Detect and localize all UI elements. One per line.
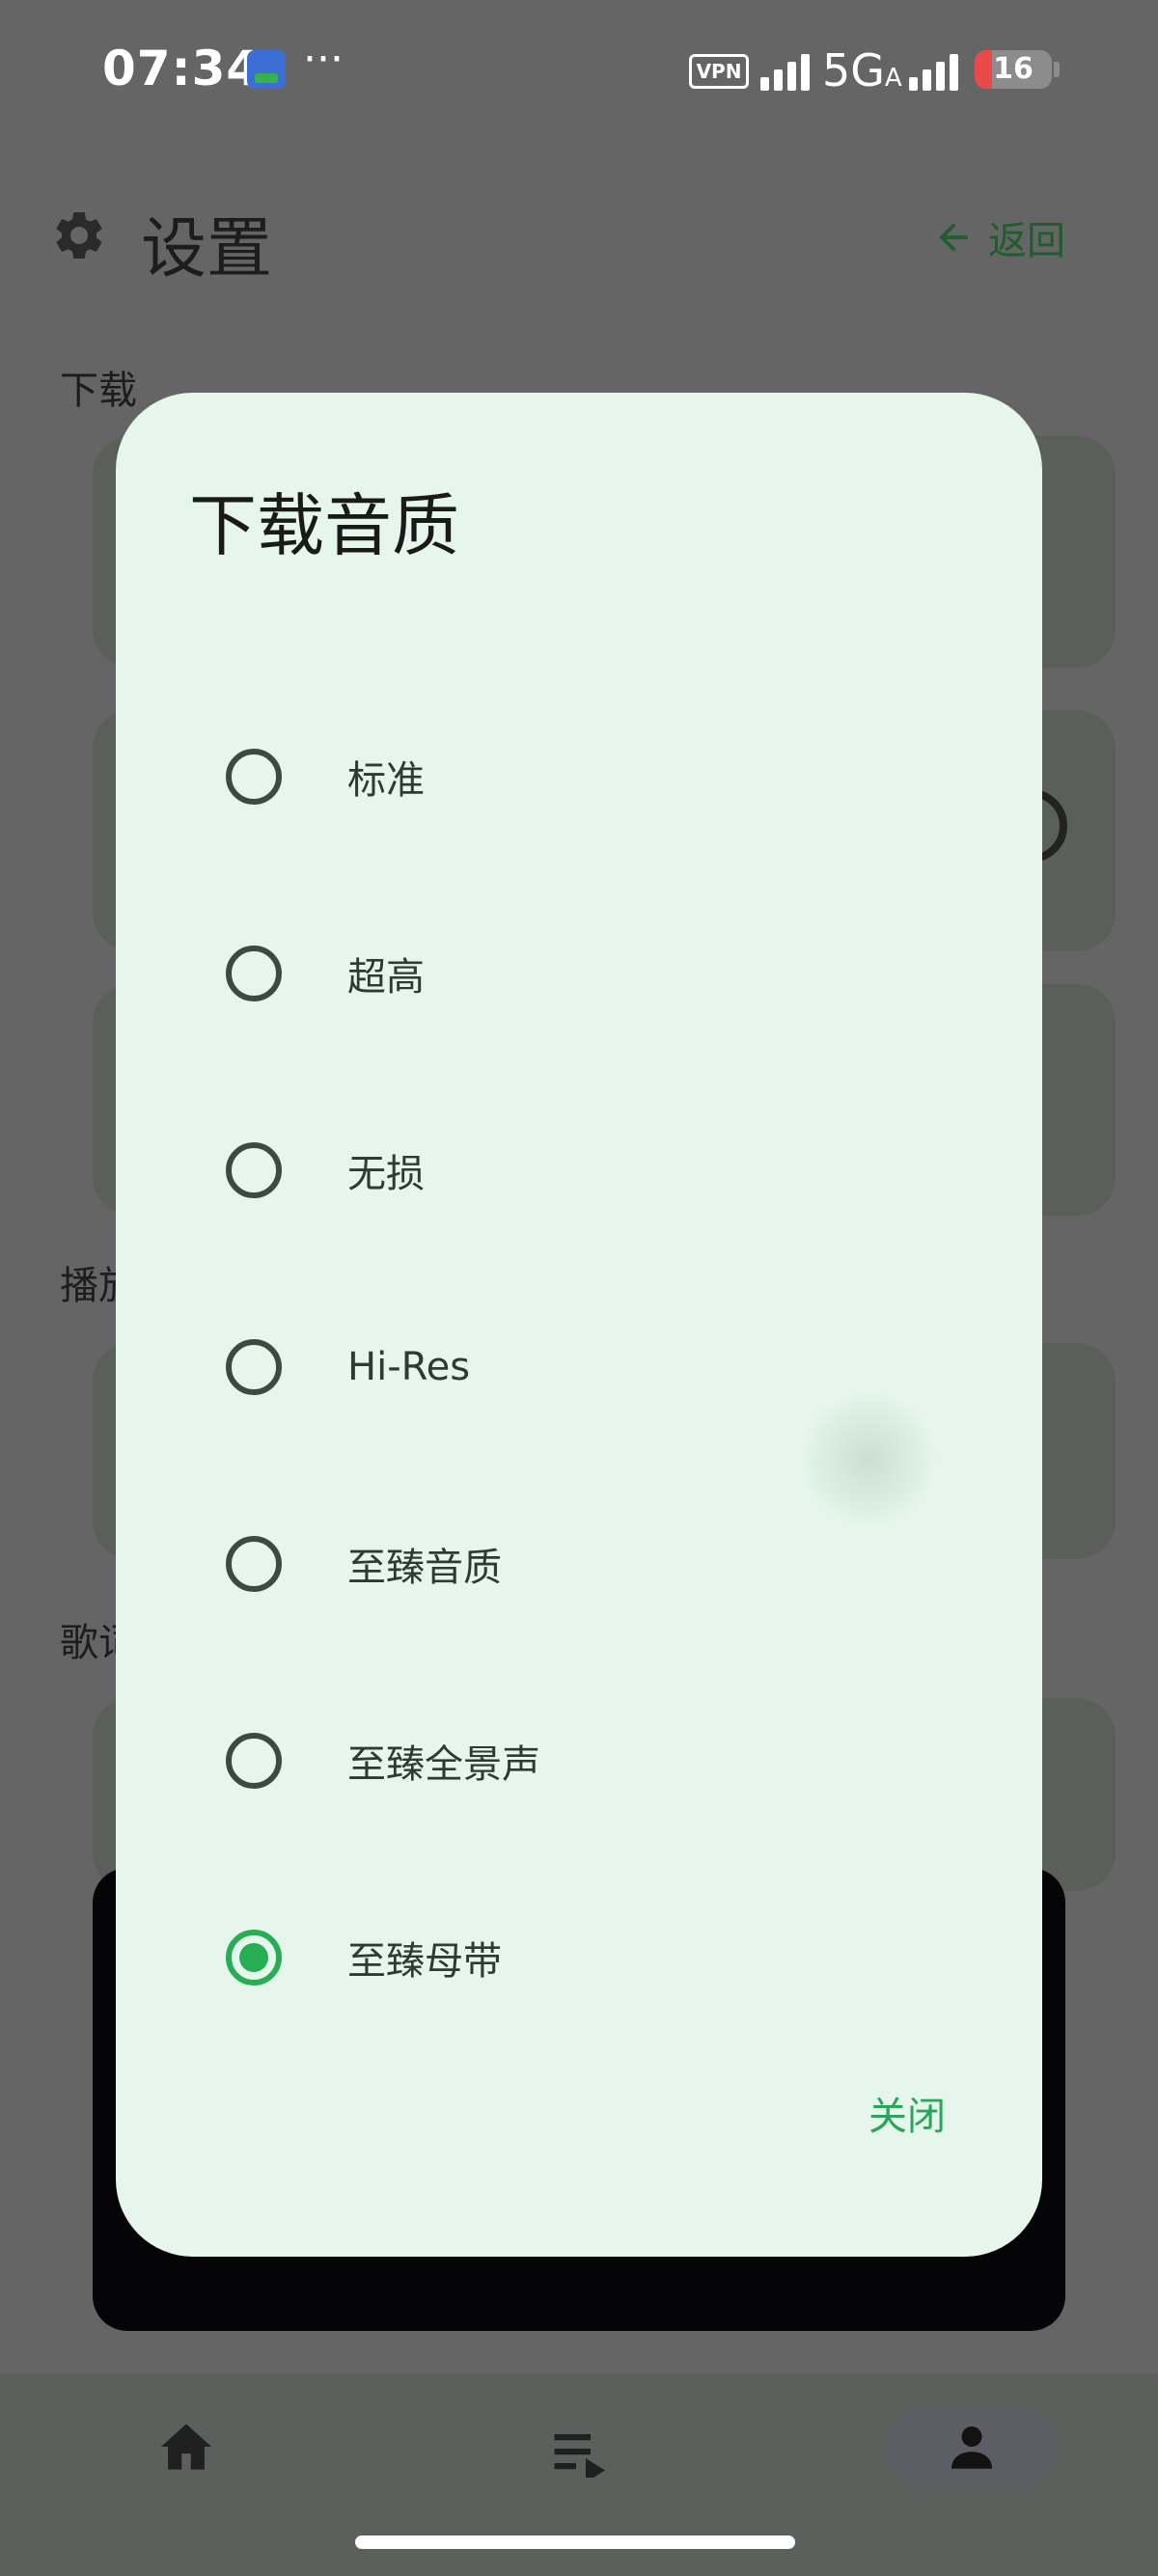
status-time: 07:34 xyxy=(102,41,262,96)
radio-button[interactable] xyxy=(226,1536,282,1592)
signal-strength-icon xyxy=(760,52,818,91)
radio-button[interactable] xyxy=(226,1142,282,1198)
option-master-tape[interactable]: 至臻母带 xyxy=(116,1880,1042,2035)
radio-button[interactable] xyxy=(226,945,282,1001)
option-standard[interactable]: 标准 xyxy=(116,699,1042,854)
home-icon[interactable] xyxy=(158,2422,214,2472)
option-lossless[interactable]: 无损 xyxy=(116,1093,1042,1247)
option-label: 无损 xyxy=(347,1152,425,1196)
battery-level: 16 xyxy=(993,52,1034,86)
dialog-title: 下载音质 xyxy=(189,486,459,565)
radio-button-checked[interactable] xyxy=(226,1930,282,1986)
signal-strength-icon-2 xyxy=(909,52,967,91)
radio-button[interactable] xyxy=(226,749,282,805)
option-hi-res[interactable]: Hi-Res xyxy=(116,1290,1042,1444)
app-notification-icon xyxy=(247,50,286,89)
radio-button[interactable] xyxy=(226,1339,282,1395)
option-label: 标准 xyxy=(347,758,425,803)
gear-icon xyxy=(56,211,102,259)
radio-button[interactable] xyxy=(226,1733,282,1789)
vpn-icon: VPN xyxy=(689,54,749,89)
battery-tip xyxy=(1054,62,1060,77)
download-quality-dialog: 下载音质 标准 超高 无损 Hi-Res 至臻音质 至臻全景声 至臻母带 关闭 xyxy=(116,393,1042,2257)
network-type: 5GA xyxy=(822,44,902,96)
arrow-left-icon xyxy=(939,223,968,252)
close-button[interactable]: 关闭 xyxy=(830,2071,984,2154)
option-label: 至臻母带 xyxy=(347,1939,502,1984)
more-notifications-icon: ··· xyxy=(303,35,344,84)
status-bar: 07:34 ··· VPN 5GA 16 xyxy=(0,0,1158,135)
option-label: 超高 xyxy=(347,955,425,1000)
option-higher[interactable]: 超高 xyxy=(116,896,1042,1051)
option-master-atmos[interactable]: 至臻全景声 xyxy=(116,1684,1042,1838)
back-label: 返回 xyxy=(988,219,1065,263)
page-title: 设置 xyxy=(141,211,273,288)
option-label: 至臻音质 xyxy=(347,1546,502,1590)
option-label: 至臻全景声 xyxy=(347,1742,540,1787)
person-icon xyxy=(951,2426,992,2469)
home-indicator[interactable] xyxy=(355,2535,795,2549)
section-download-label: 下载 xyxy=(60,369,137,413)
option-label: Hi-Res xyxy=(347,1345,471,1389)
option-master-quality[interactable]: 至臻音质 xyxy=(116,1487,1042,1641)
playlist-icon[interactable] xyxy=(552,2429,610,2478)
battery-icon: 16 xyxy=(975,50,1052,89)
back-button[interactable]: 返回 xyxy=(932,210,1065,264)
